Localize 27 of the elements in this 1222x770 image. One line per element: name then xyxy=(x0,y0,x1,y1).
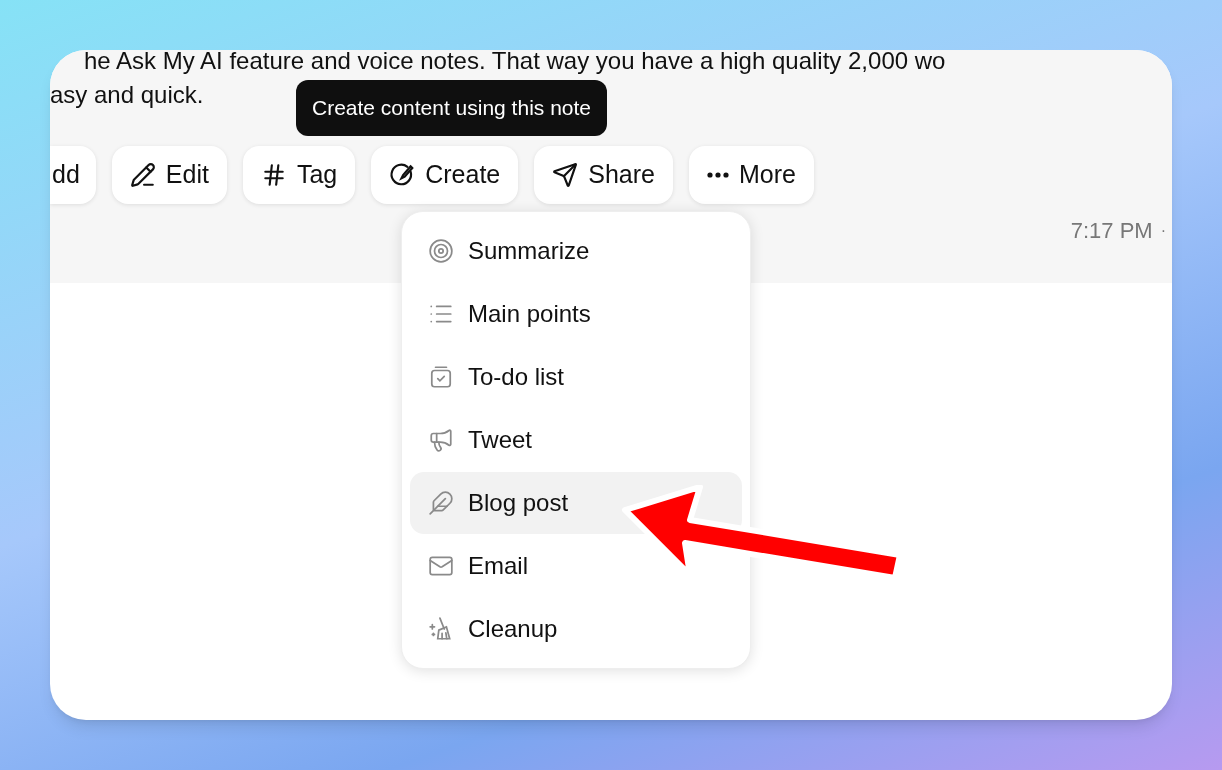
megaphone-icon xyxy=(428,427,454,453)
menu-item[interactable]: Email xyxy=(410,535,742,597)
paper-plane-icon xyxy=(552,162,579,188)
action-button[interactable]: More xyxy=(689,146,814,204)
note-text: asy and quick. xyxy=(50,80,204,110)
tooltip: Create content using this note xyxy=(296,80,607,136)
broom-icon xyxy=(428,616,454,642)
pen-circle-icon xyxy=(389,162,416,188)
envelope-icon xyxy=(428,553,454,579)
pencil-icon xyxy=(129,162,156,188)
action-button[interactable]: Create xyxy=(371,146,519,204)
action-button[interactable]: Share xyxy=(534,146,673,204)
menu-item[interactable]: Tweet xyxy=(410,409,742,471)
separator-dot: · xyxy=(1160,220,1166,241)
checkbox-icon xyxy=(428,364,454,390)
ellipsis-icon xyxy=(707,172,729,178)
feather-icon xyxy=(428,490,454,516)
action-button[interactable]: Tag xyxy=(242,146,356,204)
menu-item[interactable]: To-do list xyxy=(410,346,742,408)
timestamp: 7:17 PM xyxy=(1070,217,1153,245)
menu-item[interactable]: Cleanup xyxy=(410,598,742,660)
action-button[interactable]: dd xyxy=(50,146,96,204)
menu-item[interactable]: Summarize xyxy=(410,220,742,282)
action-button[interactable]: Edit xyxy=(111,146,227,204)
target-icon xyxy=(428,238,454,264)
note-text: he Ask My AI feature and voice notes. That way you have a high quality 2,000 wo xyxy=(84,50,946,76)
menu-item[interactable]: Main points xyxy=(410,283,742,345)
